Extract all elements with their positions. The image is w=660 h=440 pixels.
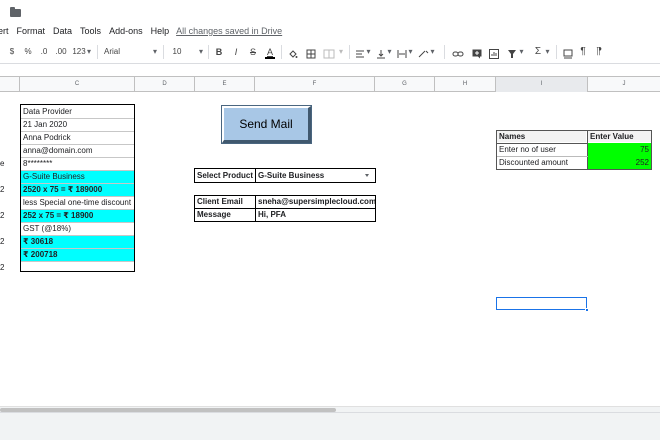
row-label-fragment: 2 [0,237,5,246]
borders-icon[interactable] [306,47,316,61]
saved-status-link[interactable]: All changes saved in Drive [176,26,282,36]
toolbar: $ % .0 .00 123 ▾ Arial ▾ 10 ▾ B I S A ▾ … [0,40,660,64]
column-header-row: C D E F G H I J [0,76,660,92]
currency-button[interactable]: $ [8,45,16,59]
italic-button[interactable]: I [231,45,241,59]
chart-icon[interactable] [489,47,499,61]
vertical-align-icon[interactable] [376,47,386,61]
message-field[interactable]: Hi, PFA [256,209,375,220]
column-header-j[interactable]: J [588,77,660,92]
merge-chevron-down-icon[interactable]: ▾ [338,45,344,59]
data-provider-cell[interactable]: Data Provider [21,105,134,118]
client-email-field[interactable]: sneha@supersimplecloud.com [256,196,375,207]
column-header-g[interactable]: G [375,77,435,92]
pricing-row-name: Enter no of user [499,145,556,154]
data-provider-cell[interactable]: ₹ 30618 [21,235,134,248]
select-product-label: Select Product [197,171,254,180]
percent-button[interactable]: % [23,45,33,59]
filter-icon[interactable] [507,47,517,61]
functions-chevron-down-icon[interactable]: ▾ [545,45,550,59]
column-header-e[interactable]: E [195,77,255,92]
data-provider-cell[interactable]: Anna Podrick [21,131,134,144]
users-count-field[interactable]: 75 [588,143,651,156]
link-icon[interactable] [452,47,464,61]
menu-insert[interactable]: ert [0,26,13,36]
column-header-b[interactable] [0,77,20,92]
pricing-header-value: Enter Value [588,131,651,142]
fill-color-icon[interactable] [288,47,298,61]
column-header-c[interactable]: C [20,77,135,92]
column-header-d[interactable]: D [135,77,195,92]
font-size-chevron-down-icon[interactable]: ▾ [198,45,204,59]
row-label-fragment: 2 [0,211,5,220]
row-label-fragment: 2 [0,263,5,272]
menu-data[interactable]: Data [49,26,76,36]
pricing-header-names: Names [497,131,586,142]
text-color-button[interactable]: A [265,45,275,59]
data-provider-cell[interactable]: ₹ 200718 [21,248,134,261]
number-format-button[interactable]: 123 [72,45,86,59]
menu-help[interactable]: Help [147,26,174,36]
number-format-chevron-down-icon[interactable]: ▾ [86,45,92,59]
data-provider-cell[interactable]: 2520 x 75 = ₹ 189000 [21,183,134,196]
increase-decimal-button[interactable]: .00 [54,45,68,59]
data-provider-cell[interactable]: GST (@18%) [21,222,134,235]
discounted-amount-field[interactable]: 252 [588,156,651,169]
data-provider-cell[interactable]: 21 Jan 2020 [21,118,134,131]
folder-icon[interactable] [10,7,21,17]
bold-button[interactable]: B [214,45,224,59]
column-header-i[interactable]: I [496,77,588,92]
fill-handle[interactable] [585,308,589,312]
menu-tools[interactable]: Tools [76,26,105,36]
data-provider-cell[interactable]: G-Suite Business [21,170,134,183]
spreadsheet-window: ert Format Data Tools Add-ons Help All c… [0,0,660,440]
font-size-select[interactable]: 10 [170,45,184,59]
functions-button[interactable]: Σ [533,45,543,59]
menu-format[interactable]: Format [13,26,50,36]
merge-cells-icon[interactable] [323,47,335,61]
sheet-tab-bar [0,412,660,440]
client-email-label: Client Email [197,197,243,206]
product-dropdown[interactable]: G-Suite Business [256,170,361,181]
column-header-h[interactable]: H [435,77,496,92]
pricing-row-name: Discounted amount [499,158,568,167]
h-align-chevron-down-icon[interactable]: ▾ [366,45,371,59]
wrap-chevron-down-icon[interactable]: ▾ [408,45,413,59]
font-select[interactable]: Arial [104,45,144,59]
send-mail-button[interactable]: Send Mail [221,105,312,144]
rtl-paragraph-icon[interactable]: ¶ [595,45,603,59]
menu-bar: ert Format Data Tools Add-ons Help All c… [0,22,660,40]
column-header-f[interactable]: F [255,77,375,92]
data-provider-cell[interactable]: anna@domain.com [21,144,134,157]
active-cell-selection[interactable] [496,297,589,312]
data-provider-cell[interactable]: less Special one-time discount [21,196,134,209]
data-provider-cell[interactable] [21,261,134,274]
font-chevron-down-icon[interactable]: ▾ [152,45,158,59]
data-provider-cell[interactable]: 8******** [21,157,134,170]
message-label: Message [197,210,231,219]
v-align-chevron-down-icon[interactable]: ▾ [387,45,392,59]
strikethrough-button[interactable]: S [248,45,258,59]
text-wrap-icon[interactable] [397,47,407,61]
decrease-decimal-button[interactable]: .0 [38,45,50,59]
menu-add-ons[interactable]: Add-ons [105,26,147,36]
row-label-fragment: 2 [0,185,5,194]
row-label-fragment: e [0,159,5,168]
data-provider-cell[interactable]: 252 x 75 = ₹ 18900 [21,209,134,222]
rotation-chevron-down-icon[interactable]: ▾ [430,45,435,59]
ltr-paragraph-icon[interactable]: ¶ [579,45,587,59]
text-rotation-icon[interactable] [418,47,429,61]
sheet-tools-icon[interactable] [563,47,573,61]
comment-icon[interactable] [472,47,482,61]
title-bar [0,0,660,22]
horizontal-align-icon[interactable] [355,47,365,61]
product-chevron-down-icon[interactable] [365,174,369,177]
filter-chevron-down-icon[interactable]: ▾ [519,45,524,59]
